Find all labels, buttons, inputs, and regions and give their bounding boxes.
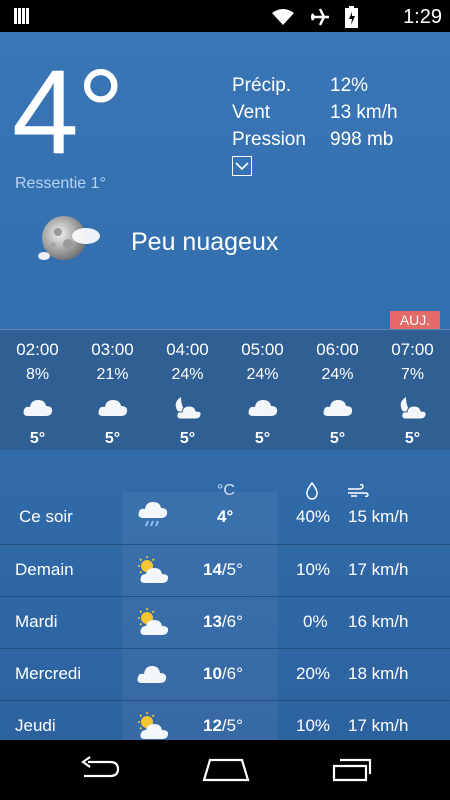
hour-precip: 7% — [400, 366, 425, 383]
chevron-down-icon — [235, 162, 249, 171]
hour-temp: 5° — [179, 430, 196, 447]
hour-precip: 21% — [96, 366, 129, 383]
hour-temp: 5° — [254, 430, 271, 447]
sun-cloud-icon — [138, 608, 169, 635]
day-precip: 0% — [303, 612, 328, 631]
hourly-forecast[interactable]: 02:00 8% 5° 03:00 21% 5° 04:00 24% 5° 05… — [0, 329, 450, 450]
daily-row[interactable]: Jeudi 12/5° 10% 17 km/h — [0, 700, 450, 740]
sun-cloud-icon — [138, 712, 169, 739]
cloud-icon — [323, 400, 352, 416]
daily-row[interactable]: Mardi 13/6° 0% 16 km/h — [0, 596, 450, 649]
day-high: 14 — [203, 560, 222, 579]
hour-precip: 24% — [321, 366, 354, 383]
hour-temp: 5° — [29, 430, 46, 447]
hour-temp: 5° — [104, 430, 121, 447]
current-condition: Peu nuageux — [131, 228, 279, 256]
stat-wind: Vent 13 km/h — [232, 102, 398, 129]
hour-temp: 5° — [404, 430, 421, 447]
home-button[interactable] — [202, 756, 250, 782]
hour-time: 07:00 — [391, 340, 434, 359]
day-name: Ce soir — [19, 507, 73, 526]
hourly-item: 02:00 8% 5° — [0, 330, 75, 448]
sun-cloud-icon — [138, 556, 169, 583]
stat-label: Précip. — [232, 75, 292, 96]
daily-row[interactable]: Demain 14/5° 10% 17 km/h — [0, 544, 450, 597]
wifi-icon — [272, 9, 294, 25]
day-wind: 17 km/h — [348, 560, 409, 579]
moon-cloud-icon — [38, 216, 100, 260]
day-low: /6° — [221, 612, 243, 631]
cloud-icon — [98, 400, 127, 416]
hour-time: 05:00 — [241, 340, 284, 359]
barcode-notification-icon — [14, 8, 30, 24]
day-precip: 20% — [296, 664, 331, 683]
hour-time: 02:00 — [16, 340, 59, 359]
stat-label: Vent — [232, 102, 271, 123]
day-precip: 10% — [296, 716, 331, 735]
day-name: Mercredi — [15, 664, 82, 683]
current-stats: Précip. 12% Vent 13 km/h Pression 998 mb — [232, 75, 398, 156]
day-name: Jeudi — [15, 716, 56, 735]
hour-precip: 24% — [246, 366, 279, 383]
day-low: 4° — [217, 507, 234, 526]
cloud-icon — [248, 400, 277, 416]
day-precip: 10% — [296, 560, 331, 579]
daily-row[interactable]: Ce soir 4° 40% 15 km/h — [0, 492, 450, 544]
daily-row[interactable]: Mercredi 10/6° 20% 18 km/h — [0, 648, 450, 701]
hourly-item: 06:00 24% 5° — [300, 330, 375, 448]
hourly-item: 05:00 24% 5° — [225, 330, 300, 448]
hourly-item: 07:00 7% 5° — [375, 330, 450, 448]
day-precip: 40% — [296, 507, 331, 526]
day-high: 13 — [203, 612, 222, 631]
day-low: /5° — [221, 560, 243, 579]
day-high: 10 — [203, 664, 222, 683]
expand-details-button[interactable] — [232, 156, 252, 176]
clock: 1:29 — [403, 6, 442, 28]
day-wind: 18 km/h — [348, 664, 409, 683]
day-wind: 15 km/h — [348, 507, 409, 526]
day-wind: 16 km/h — [348, 612, 409, 631]
hourly-item: 04:00 24% 5° — [150, 330, 225, 448]
airplane-icon — [310, 8, 329, 26]
feels-like: Ressentie 1° — [15, 175, 106, 192]
day-name: Demain — [15, 560, 74, 579]
hour-precip: 8% — [25, 366, 50, 383]
day-high: 12 — [203, 716, 222, 735]
navigation-bar — [0, 740, 450, 800]
hour-temp: 5° — [329, 430, 346, 447]
weather-main: 4° Ressentie 1° Précip. 12% Vent 13 km/h… — [0, 32, 450, 740]
status-bar: 1:29 — [0, 0, 450, 32]
cloud-icon — [137, 666, 167, 683]
day-low: /5° — [221, 716, 243, 735]
moon-cloud-icon — [175, 397, 202, 420]
stat-value: 12% — [330, 75, 369, 96]
cloud-icon — [23, 400, 52, 416]
recent-apps-button[interactable] — [330, 756, 374, 782]
stat-label: Pression — [232, 129, 306, 150]
hour-time: 03:00 — [91, 340, 134, 359]
battery-icon — [345, 6, 358, 28]
stat-precip: Précip. 12% — [232, 75, 398, 102]
stat-pressure: Pression 998 mb — [232, 129, 398, 156]
hour-precip: 24% — [171, 366, 204, 383]
current-temperature: 4° — [12, 45, 125, 179]
stat-value: 13 km/h — [330, 102, 398, 123]
moon-cloud-icon — [400, 397, 427, 420]
stat-value: 998 mb — [330, 129, 394, 150]
back-button[interactable] — [78, 756, 122, 782]
hourly-item: 03:00 21% 5° — [75, 330, 150, 448]
hour-time: 04:00 — [166, 340, 209, 359]
day-low: /6° — [221, 664, 243, 683]
day-name: Mardi — [15, 612, 58, 631]
day-wind: 17 km/h — [348, 716, 409, 735]
today-badge: AUJ. — [390, 311, 440, 329]
rain-cloud-icon — [138, 502, 168, 527]
hour-time: 06:00 — [316, 340, 359, 359]
